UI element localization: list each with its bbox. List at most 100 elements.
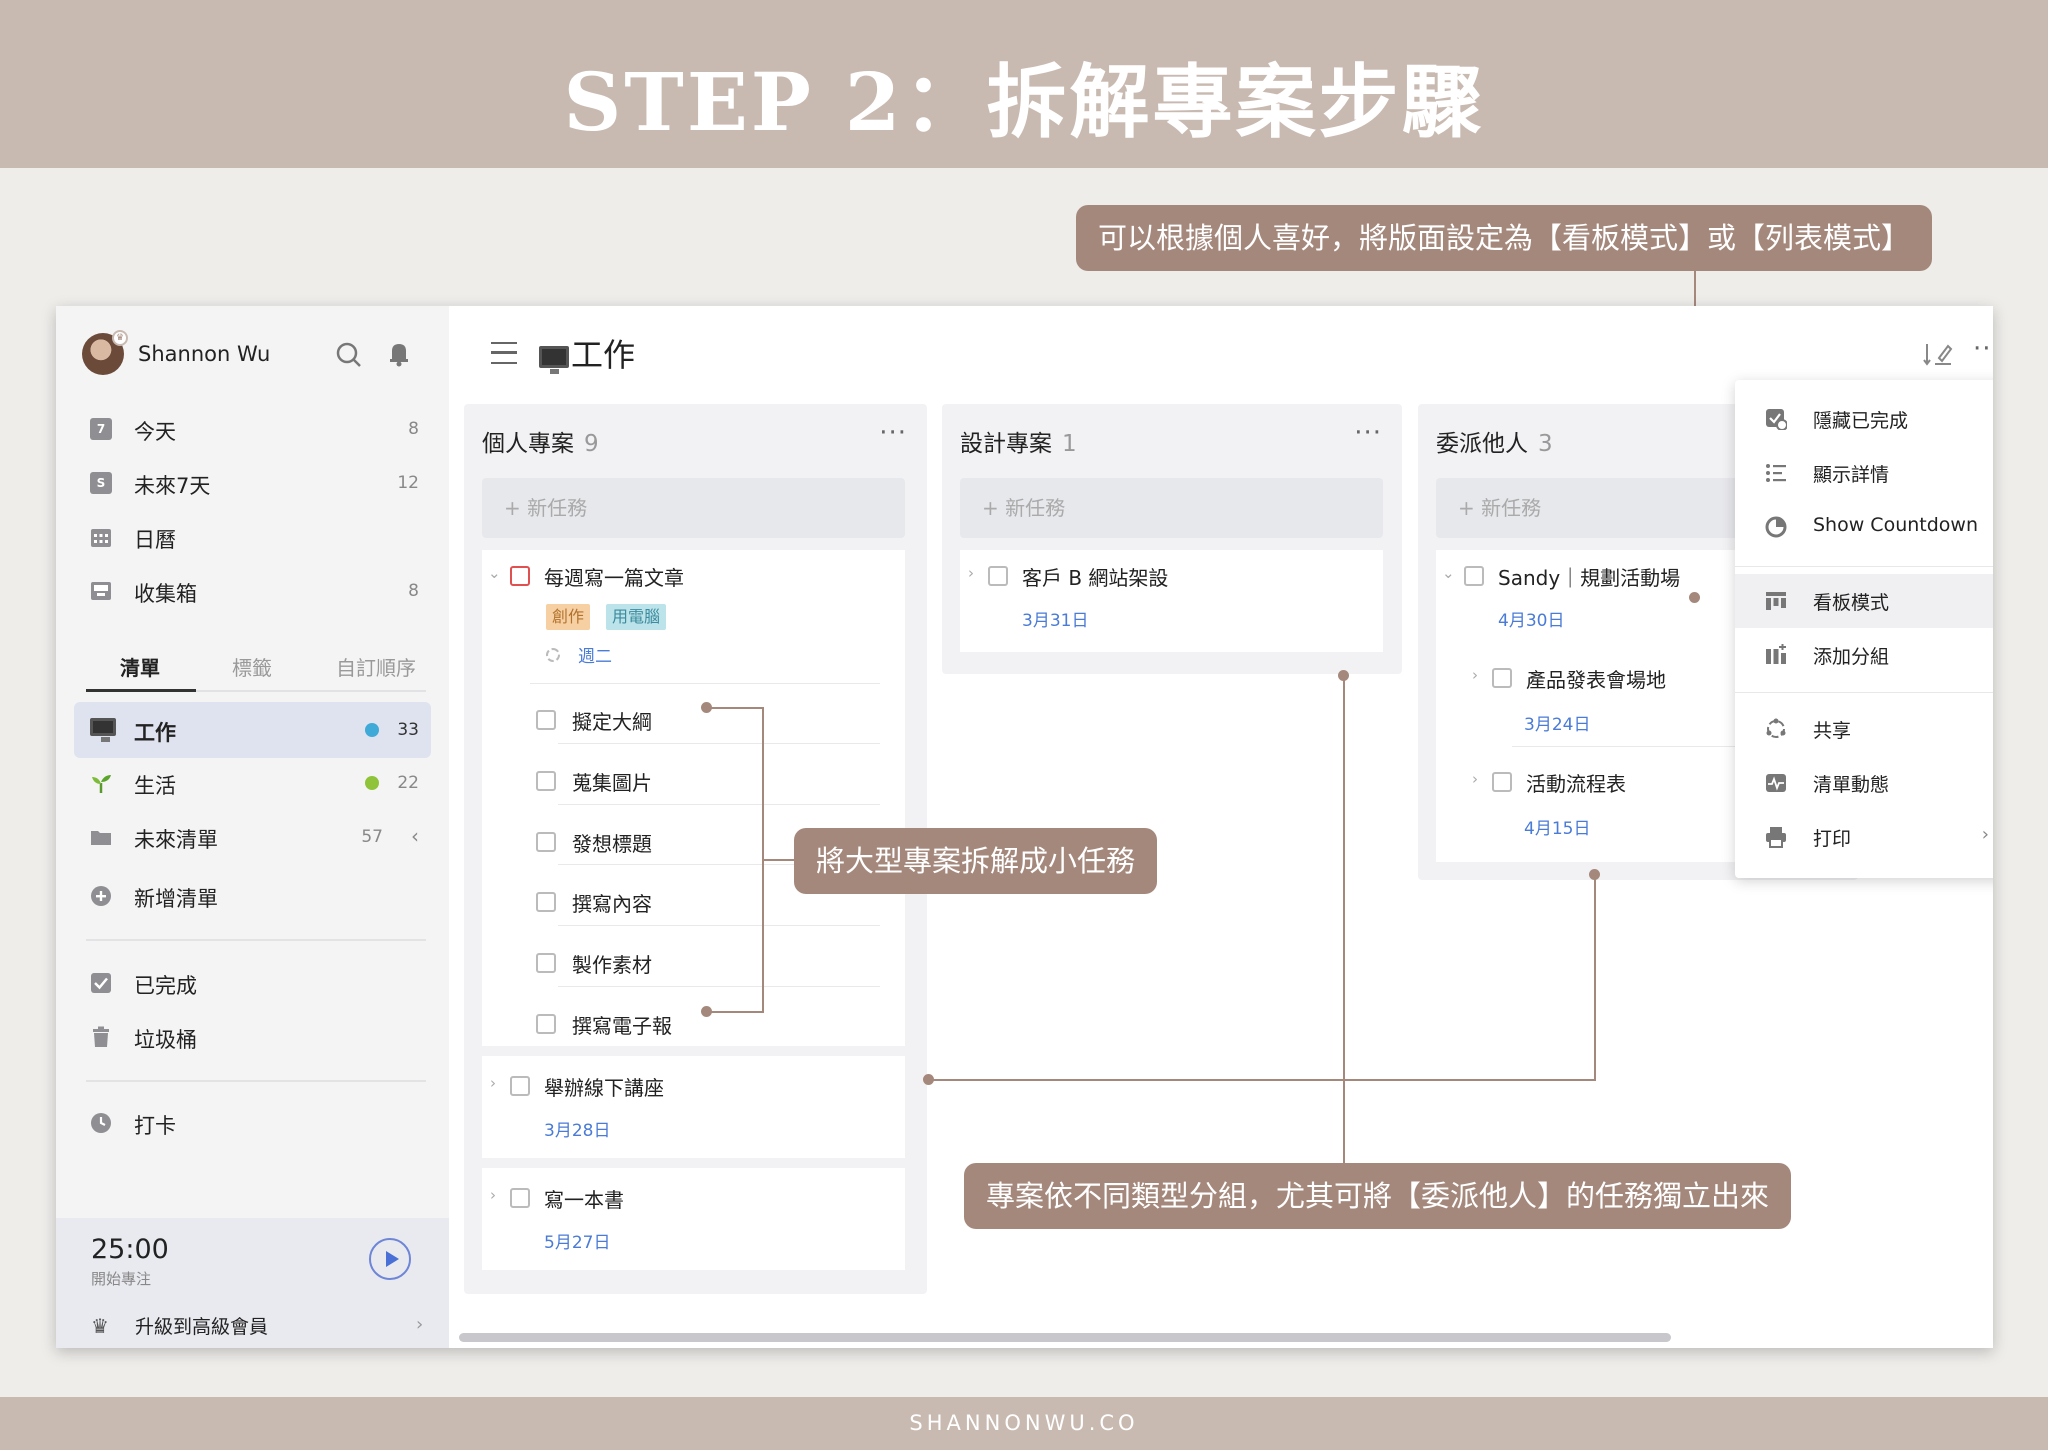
horizontal-scrollbar[interactable]	[459, 1333, 1671, 1342]
subtask-title[interactable]: 活動流程表	[1526, 768, 1626, 797]
play-icon[interactable]	[369, 1238, 411, 1280]
sidebar-item-label: 工作	[134, 721, 176, 745]
sidebar-divider	[86, 939, 426, 941]
chevron-down-icon[interactable]: ⌄	[1442, 564, 1455, 582]
sidebar-item-life[interactable]: 生活 22	[74, 758, 431, 808]
sidebar-item-next7days[interactable]: S 未來7天 12	[74, 458, 431, 508]
column-more-icon[interactable]: ···	[1354, 418, 1382, 448]
menu-item-print[interactable]: 打印 ›	[1735, 810, 1993, 864]
sort-edit-icon[interactable]	[1923, 340, 1955, 370]
task-title[interactable]: 每週寫一篇文章	[544, 562, 684, 591]
column-count: 9	[584, 431, 599, 457]
tab-custom-order[interactable]: 自訂順序	[336, 652, 416, 681]
task-due-date[interactable]: 3月28日	[544, 1116, 610, 1141]
chevron-right-icon[interactable]: ›	[490, 1074, 496, 1092]
tab-lists[interactable]: 清單	[120, 652, 160, 681]
task-due-date[interactable]: 3月31日	[1022, 606, 1088, 631]
sidebar-item-calendar[interactable]: 日曆	[74, 512, 431, 562]
subtask-checkbox[interactable]	[1492, 668, 1512, 688]
search-icon[interactable]	[334, 340, 364, 370]
sidebar-item-today[interactable]: 7 今天 8	[74, 404, 431, 454]
menu-item-show-details[interactable]: 顯示詳情	[1735, 446, 1993, 500]
chevron-right-icon[interactable]: ›	[1472, 770, 1478, 788]
kanban-icon	[1766, 592, 1786, 610]
chevron-right-icon[interactable]: ›	[490, 1186, 496, 1204]
task-title[interactable]: Sandy｜規劃活動場	[1498, 562, 1680, 591]
sidebar-item-label: 收集箱	[134, 582, 197, 606]
sidebar-item-work[interactable]: 工作 33	[74, 702, 431, 758]
task-card[interactable]: › 寫一本書 5月27日	[482, 1168, 905, 1270]
task-checkbox[interactable]	[510, 1188, 530, 1208]
menu-item-kanban[interactable]: 看板模式	[1735, 574, 1993, 628]
task-due-date[interactable]: 4月30日	[1498, 606, 1564, 631]
activity-icon	[1766, 774, 1786, 792]
sidebar-item-completed[interactable]: 已完成	[74, 958, 431, 1008]
subtask-title[interactable]: 發想標題	[572, 828, 652, 857]
task-checkbox[interactable]	[1464, 566, 1484, 586]
hamburger-menu-icon[interactable]	[491, 342, 517, 364]
subtask-checkbox[interactable]	[1492, 772, 1512, 792]
task-checkbox[interactable]	[510, 566, 530, 586]
plus-circle-icon	[91, 886, 111, 906]
chevron-left-icon[interactable]: ‹	[411, 824, 419, 848]
task-card[interactable]: › 舉辦線下講座 3月28日	[482, 1056, 905, 1158]
hide-completed-icon	[1766, 409, 1787, 430]
task-title[interactable]: 客戶 B 網站架設	[1022, 562, 1168, 591]
checkbox-checked-icon	[91, 973, 111, 993]
subtask-divider	[558, 804, 880, 805]
sidebar-item-inbox[interactable]: 收集箱 8	[74, 566, 431, 616]
task-card[interactable]: ⌄ 每週寫一篇文章 創作 用電腦 週二 擬定大綱 蒐集圖片 發想標題 撰寫內容	[482, 550, 905, 1046]
subtask-checkbox[interactable]	[536, 710, 556, 730]
subtask-checkbox[interactable]	[536, 1014, 556, 1034]
add-task-input[interactable]: + 新任務	[482, 478, 905, 538]
task-repeat-day[interactable]: 週二	[578, 642, 612, 667]
more-options-icon[interactable]: ···	[1973, 334, 1993, 364]
subtask-due-date[interactable]: 3月24日	[1524, 710, 1590, 735]
add-task-input[interactable]: + 新任務	[960, 478, 1383, 538]
subtask-title[interactable]: 蒐集圖片	[572, 767, 652, 796]
column-header: 委派他人 3	[1436, 424, 1553, 458]
menu-item-show-countdown[interactable]: Show Countdown	[1735, 500, 1993, 554]
subtask-checkbox[interactable]	[536, 771, 556, 791]
column-header: 設計專案 1	[960, 424, 1077, 458]
column-count: 1	[1062, 431, 1077, 457]
user-profile[interactable]: ♛ Shannon Wu	[82, 330, 422, 380]
sidebar-item-future-lists[interactable]: 未來清單 57 ‹	[74, 812, 431, 862]
bell-icon[interactable]	[384, 338, 414, 368]
print-icon	[1766, 827, 1786, 848]
add-list-button[interactable]: 新增清單	[74, 871, 431, 921]
task-title[interactable]: 舉辦線下講座	[544, 1072, 664, 1101]
subtask-title[interactable]: 擬定大綱	[572, 706, 652, 735]
menu-item-add-section[interactable]: 添加分組	[1735, 628, 1993, 682]
tag-computer[interactable]: 用電腦	[606, 604, 667, 630]
task-title[interactable]: 寫一本書	[544, 1184, 624, 1213]
callout-board-mode: 可以根據個人喜好，將版面設定為【看板模式】或【列表模式】	[1076, 205, 1933, 271]
sidebar-item-trash[interactable]: 垃圾桶	[74, 1012, 431, 1062]
sidebar-item-count: 8	[408, 419, 419, 439]
tag-creation[interactable]: 創作	[546, 604, 591, 630]
subtask-title[interactable]: 產品發表會場地	[1526, 664, 1666, 693]
sidebar-item-label: 打卡	[134, 1114, 176, 1138]
subtask-title[interactable]: 製作素材	[572, 949, 652, 978]
subtask-title[interactable]: 撰寫內容	[572, 888, 652, 917]
menu-item-hide-completed[interactable]: 隱藏已完成	[1735, 392, 1993, 446]
subtask-checkbox[interactable]	[536, 953, 556, 973]
task-checkbox[interactable]	[510, 1076, 530, 1096]
task-card[interactable]: › 客戶 B 網站架設 3月31日	[960, 550, 1383, 652]
callout-connector	[1343, 675, 1345, 1163]
column-more-icon[interactable]: ···	[879, 418, 907, 448]
task-due-date[interactable]: 5月27日	[544, 1228, 610, 1253]
countdown-icon	[1765, 516, 1787, 538]
subtask-checkbox[interactable]	[536, 892, 556, 912]
subtask-title[interactable]: 撰寫電子報	[572, 1010, 672, 1039]
sidebar-item-checkin[interactable]: 打卡	[74, 1098, 431, 1148]
chevron-right-icon[interactable]: ›	[1472, 666, 1478, 684]
task-checkbox[interactable]	[988, 566, 1008, 586]
chevron-down-icon[interactable]: ⌄	[488, 564, 501, 582]
subtask-due-date[interactable]: 4月15日	[1524, 814, 1590, 839]
menu-item-activity[interactable]: 清單動態	[1735, 756, 1993, 810]
chevron-right-icon[interactable]: ›	[968, 564, 974, 582]
subtask-checkbox[interactable]	[536, 832, 556, 852]
menu-item-share[interactable]: 共享	[1735, 702, 1993, 756]
tab-tags[interactable]: 標籤	[232, 652, 272, 681]
